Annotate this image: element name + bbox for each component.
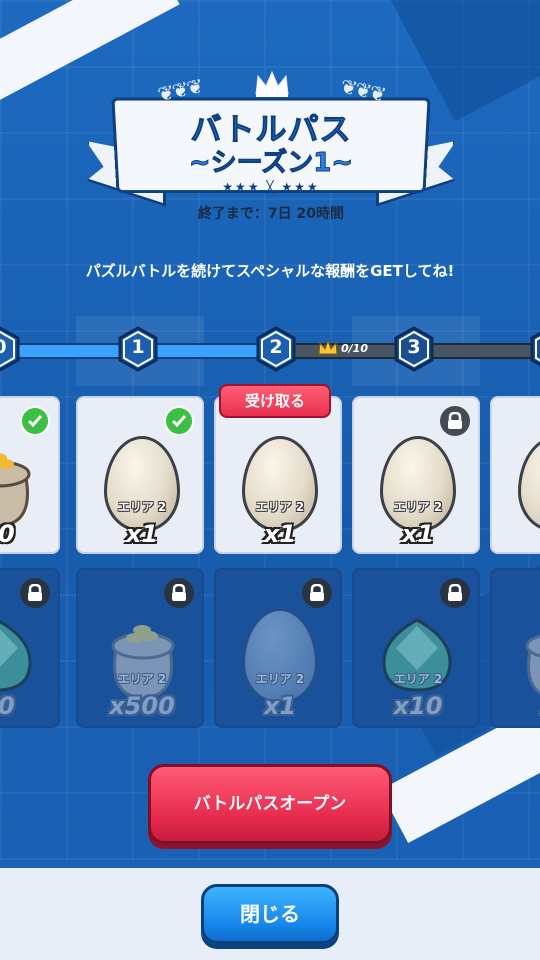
stars-decoration: ★★★ ╳ ★★★ xyxy=(222,180,320,194)
subtitle-text: パズルバトルを続けてスペシャルな報酬をGETしてね! xyxy=(85,262,455,280)
egg-icon xyxy=(380,436,456,532)
level-marker: 0 xyxy=(0,326,20,372)
egg-icon xyxy=(104,436,180,532)
reward-quantity: x1 xyxy=(125,520,159,548)
area-label: エリア 2 xyxy=(117,672,167,686)
premium-reward-card[interactable]: エリア 2 x500 xyxy=(76,568,204,728)
level-number: 1 xyxy=(131,336,145,358)
claim-button[interactable]: 受け取る xyxy=(219,384,331,418)
lock-icon xyxy=(440,406,470,436)
reward-quantity: 10 xyxy=(0,692,62,720)
free-reward-card[interactable]: エリア 2 x1 xyxy=(76,396,204,554)
area-label: エリア 2 xyxy=(255,500,305,514)
level-marker: 1 xyxy=(118,326,158,372)
area-label: エリア 2 xyxy=(393,500,443,514)
coin-bag-icon xyxy=(0,453,31,528)
crown-progress-count: 0/10 xyxy=(341,342,368,355)
reward-quantity: x1 xyxy=(263,520,297,548)
reward-quantity: x10 xyxy=(393,692,443,720)
egg-icon xyxy=(242,436,318,532)
free-reward-card[interactable]: エリア 2 x1 xyxy=(214,396,342,554)
check-icon xyxy=(20,406,50,436)
level-marker: 2 xyxy=(256,326,296,372)
crown-icon xyxy=(255,70,289,97)
battle-pass-screen: ❦❦❦ ❦❦❦ バトルパス ~シーズン1~ ★★★ ╳ ★★★ 終了まで：7日 … xyxy=(0,0,540,960)
premium-reward-card[interactable]: 10 xyxy=(0,568,60,728)
title-banner: ❦❦❦ ❦❦❦ バトルパス ~シーズン1~ ★★★ ╳ ★★★ 終了まで：7日 … xyxy=(86,62,456,232)
title-season: ~シーズン1~ xyxy=(188,148,354,179)
open-battle-pass-button[interactable]: バトルパスオープン xyxy=(148,764,392,844)
egg-icon xyxy=(242,608,318,704)
end-time-label: 終了まで：7日 20時間 xyxy=(197,206,345,222)
level-number: 3 xyxy=(407,336,421,358)
area-label: エリア 2 xyxy=(393,672,443,686)
free-reward-card[interactable]: 00 xyxy=(0,396,60,554)
premium-reward-card[interactable]: エリア 2 x1 xyxy=(214,568,342,728)
lock-icon xyxy=(302,578,332,608)
lock-icon xyxy=(164,578,194,608)
lock-icon xyxy=(440,578,470,608)
reward-quantity: 00 xyxy=(0,520,62,548)
check-icon xyxy=(164,406,194,436)
level-marker: 3 xyxy=(394,326,434,372)
level-number: 2 xyxy=(269,336,283,358)
reward-quantity: x500 xyxy=(109,692,175,720)
level-number: 0 xyxy=(0,336,20,358)
coin-bag-icon xyxy=(525,634,540,695)
reward-quantity: x xyxy=(492,520,540,548)
level-number: 4 xyxy=(530,336,540,358)
area-label: エリア 2 xyxy=(255,672,305,686)
reward-quantity: x5 xyxy=(492,692,540,720)
reward-quantity: x1 xyxy=(263,692,297,720)
free-reward-card[interactable]: x xyxy=(490,396,540,554)
egg-icon xyxy=(518,436,540,532)
free-reward-card[interactable]: エリア 2 x1 xyxy=(352,396,480,554)
coin-bag-icon xyxy=(111,625,175,700)
level-marker: 4 xyxy=(530,326,540,372)
close-button[interactable]: 閉じる xyxy=(201,884,339,944)
gem-icon xyxy=(0,620,32,692)
area-label: エリア 2 xyxy=(117,500,167,514)
premium-reward-card[interactable]: エリア 2 x10 xyxy=(352,568,480,728)
crown-icon xyxy=(318,340,338,355)
premium-reward-card[interactable]: x5 xyxy=(490,568,540,728)
lock-icon xyxy=(20,578,50,608)
reward-quantity: x1 xyxy=(401,520,435,548)
